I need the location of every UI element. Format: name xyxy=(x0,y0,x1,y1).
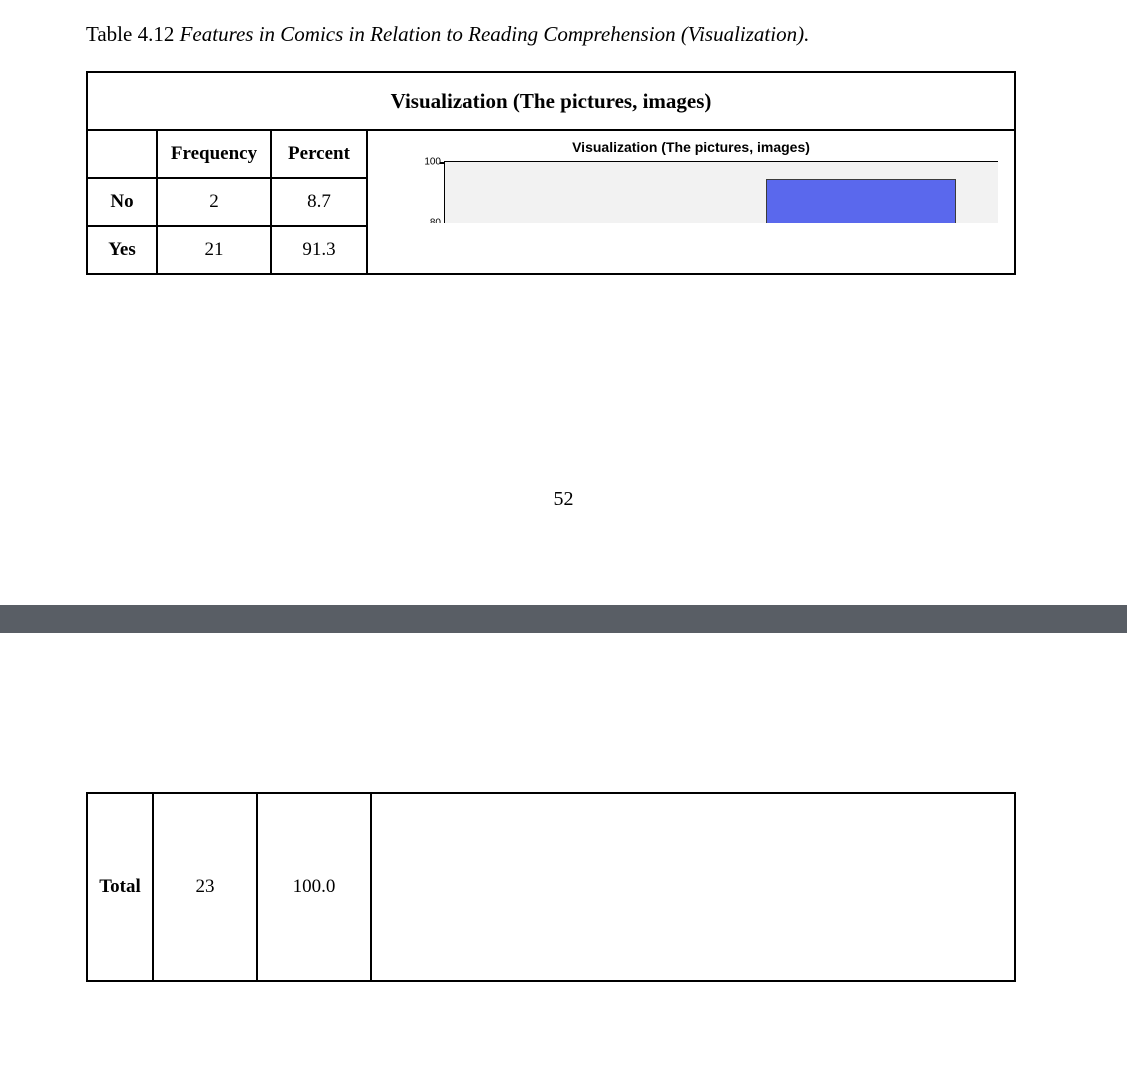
data-table-bottom: Total 23 100.0 xyxy=(86,792,1016,982)
chart-plot-area: 100 80 xyxy=(444,161,998,223)
y-tick-80: 80 xyxy=(413,218,441,224)
total-percent: 100.0 xyxy=(257,793,371,981)
y-tick-mark-100 xyxy=(440,162,445,164)
row-label-yes: Yes xyxy=(87,226,157,274)
bar-yes xyxy=(766,179,956,223)
row-label-no: No xyxy=(87,178,157,226)
table-row: Total 23 100.0 xyxy=(87,793,1015,981)
chart-cell: Visualization (The pictures, images) 100… xyxy=(367,130,1015,274)
table-caption: Table 4.12 Features in Comics in Relatio… xyxy=(86,22,809,47)
total-blank-cell xyxy=(371,793,1015,981)
row-pct-yes: 91.3 xyxy=(271,226,367,274)
total-frequency: 23 xyxy=(153,793,257,981)
header-blank xyxy=(87,130,157,178)
header-percent: Percent xyxy=(271,130,367,178)
table-title-cell: Visualization (The pictures, images) xyxy=(87,72,1015,130)
data-table-top: Visualization (The pictures, images) Fre… xyxy=(86,71,1016,275)
y-tick-100: 100 xyxy=(413,157,441,168)
row-pct-no: 8.7 xyxy=(271,178,367,226)
row-freq-yes: 21 xyxy=(157,226,271,274)
chart-title: Visualization (The pictures, images) xyxy=(368,139,1014,155)
header-frequency: Frequency xyxy=(157,130,271,178)
total-label: Total xyxy=(87,793,153,981)
bar-chart: Visualization (The pictures, images) 100… xyxy=(368,131,1014,223)
table-caption-title: Features in Comics in Relation to Readin… xyxy=(180,22,810,46)
document-page: Table 4.12 Features in Comics in Relatio… xyxy=(0,0,1127,1080)
page-number: 52 xyxy=(0,488,1127,511)
row-freq-no: 2 xyxy=(157,178,271,226)
page-break-bar xyxy=(0,605,1127,633)
table-caption-label: Table 4.12 xyxy=(86,22,174,46)
